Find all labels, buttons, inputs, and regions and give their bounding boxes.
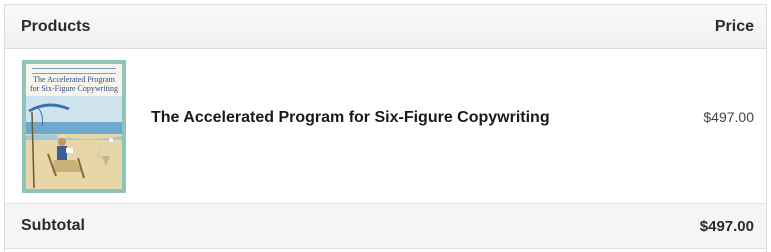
product-price: $497.00: [703, 109, 754, 125]
product-thumbnail[interactable]: The Accelerated Program for Six-Figure C…: [22, 60, 126, 193]
subtotal-value: $497.00: [699, 217, 754, 235]
cover-title-line-1: The Accelerated Program: [33, 75, 115, 84]
table-row: The Accelerated Program for Six-Figure C…: [5, 49, 766, 204]
price-column-header: Price: [714, 17, 754, 35]
product-name[interactable]: The Accelerated Program for Six-Figure C…: [151, 109, 550, 127]
products-column-header: Products: [21, 17, 91, 35]
book-cover-image: The Accelerated Program for Six-Figure C…: [26, 64, 122, 189]
cover-divider: [32, 68, 116, 74]
order-summary-table: Products Price The Accelerated Program f…: [4, 4, 767, 252]
beach-painting-icon: [26, 96, 122, 189]
cover-title-line-2: for Six-Figure Copywriting: [30, 84, 118, 93]
subtotal-row: Subtotal $497.00: [5, 204, 766, 249]
table-header: Products Price: [5, 5, 766, 49]
cover-title: The Accelerated Program for Six-Figure C…: [26, 75, 122, 93]
subtotal-label: Subtotal: [21, 217, 85, 234]
